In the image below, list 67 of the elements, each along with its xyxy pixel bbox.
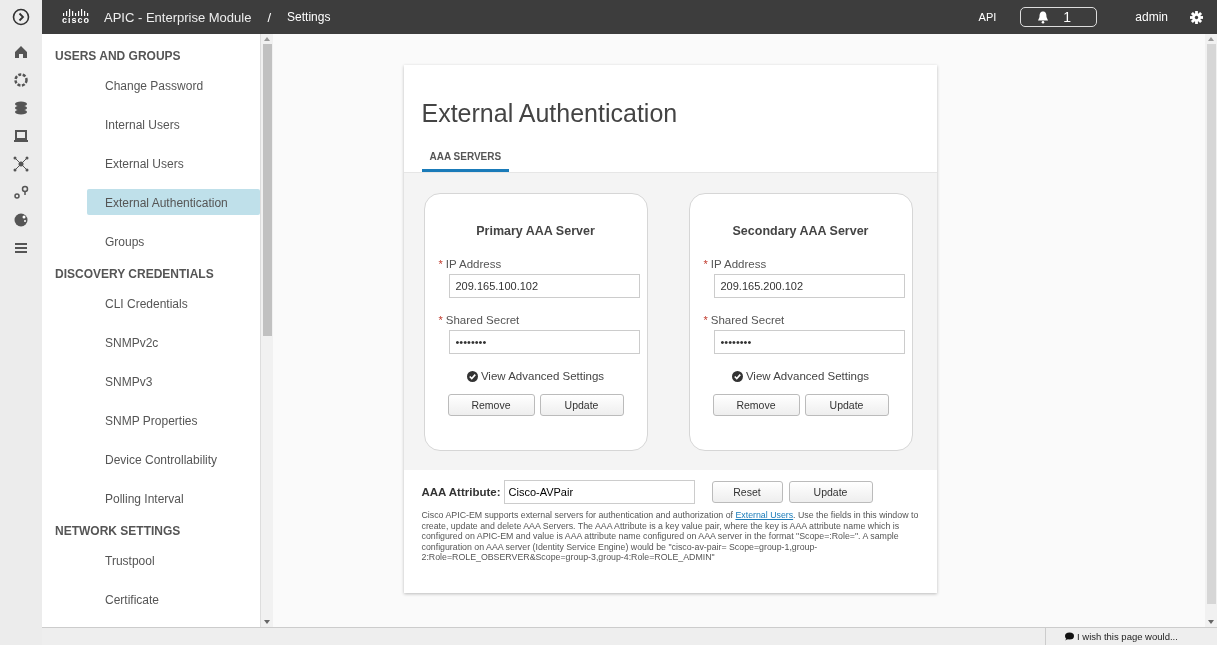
ring-icon[interactable] bbox=[13, 72, 29, 88]
sidebar-item[interactable]: External Authentication bbox=[87, 189, 260, 215]
field-label: IP Address bbox=[445, 258, 502, 270]
ip-address-field[interactable]: 209.165.100.102 bbox=[448, 274, 640, 298]
expand-icon[interactable] bbox=[12, 8, 30, 26]
section-heading: USERS AND GROUPS bbox=[55, 49, 182, 65]
advanced-settings-link[interactable]: View Advanced Settings bbox=[745, 370, 870, 382]
required-mark: * bbox=[703, 314, 708, 326]
sidebar-item[interactable]: SNMPv2c bbox=[87, 329, 260, 355]
menu-icon[interactable] bbox=[13, 240, 29, 256]
scrollbar-thumb[interactable] bbox=[262, 44, 272, 336]
sidebar-item[interactable]: Device Controllability bbox=[87, 446, 260, 472]
check-circle-icon[interactable] bbox=[731, 370, 743, 382]
reset-button[interactable]: Reset bbox=[711, 481, 783, 503]
shared-secret-field[interactable]: •••••••• bbox=[713, 330, 905, 354]
sidebar-item[interactable]: Change Password bbox=[87, 72, 260, 98]
sidebar-item[interactable]: SNMPv3 bbox=[87, 368, 260, 394]
field-label: IP Address bbox=[710, 258, 767, 270]
sidebar-item[interactable]: Certificate bbox=[87, 586, 260, 612]
sidebar-item[interactable]: Trustpool bbox=[87, 547, 260, 573]
notifications-button[interactable]: 1 bbox=[1020, 7, 1098, 27]
user-menu[interactable]: admin bbox=[1135, 10, 1168, 24]
section-heading: DISCOVERY CREDENTIALS bbox=[55, 267, 215, 283]
app-title: APIC - Enterprise Module bbox=[104, 9, 252, 25]
server-title: Secondary AAA Server bbox=[731, 224, 870, 240]
home-icon[interactable] bbox=[13, 44, 29, 60]
speech-bubble-icon bbox=[1064, 632, 1074, 641]
update-button[interactable]: Update bbox=[539, 394, 624, 416]
logo-text: cisco bbox=[62, 16, 90, 25]
palette-icon[interactable] bbox=[13, 212, 29, 228]
advanced-settings-link[interactable]: View Advanced Settings bbox=[480, 370, 605, 382]
logo-bars-icon bbox=[63, 9, 89, 16]
api-link[interactable]: API bbox=[978, 11, 997, 23]
sidebar-item[interactable]: CLI Credentials bbox=[87, 290, 260, 316]
settings-icon[interactable] bbox=[1190, 10, 1203, 24]
breadcrumb-separator: / bbox=[267, 9, 272, 25]
shared-secret-field[interactable]: •••••••• bbox=[448, 330, 640, 354]
required-mark: * bbox=[438, 314, 443, 326]
section-heading: NETWORK SETTINGS bbox=[55, 524, 182, 540]
server-title: Primary AAA Server bbox=[475, 224, 596, 240]
sidebar-item[interactable]: Internal Users bbox=[87, 111, 260, 137]
ip-address-field[interactable]: 209.165.200.102 bbox=[713, 274, 905, 298]
update-button[interactable]: Update bbox=[788, 481, 873, 503]
sidebar-item[interactable]: SNMP Properties bbox=[87, 407, 260, 433]
network-icon[interactable] bbox=[13, 156, 29, 172]
field-label: Shared Secret bbox=[710, 314, 785, 326]
sidebar-item[interactable]: Polling Interval bbox=[87, 485, 260, 511]
required-mark: * bbox=[703, 258, 708, 270]
feedback-button[interactable]: I wish this page would... bbox=[1045, 628, 1217, 645]
remove-button[interactable]: Remove bbox=[712, 394, 800, 416]
sidebar-item[interactable]: External Users bbox=[87, 150, 260, 176]
map-pin-icon[interactable] bbox=[13, 184, 29, 200]
field-label: Shared Secret bbox=[445, 314, 520, 326]
scrollbar-thumb[interactable] bbox=[1206, 44, 1216, 604]
update-button[interactable]: Update bbox=[804, 394, 889, 416]
remove-button[interactable]: Remove bbox=[447, 394, 535, 416]
check-circle-icon[interactable] bbox=[466, 370, 478, 382]
sidebar-item[interactable]: Groups bbox=[87, 228, 260, 254]
breadcrumb-page: Settings bbox=[287, 10, 331, 24]
required-mark: * bbox=[438, 258, 443, 270]
attribute-label: AAA Attribute: bbox=[421, 486, 501, 498]
attribute-field[interactable]: Cisco-AVPair bbox=[503, 480, 695, 504]
help-text: Cisco APIC-EM supports external servers for authentication and authorization of External Users. Use the fields in this window to create, update and delete AAA Servers. The AAA Attribute is a key value pair, where the key is AAA attribute name which is configured on APIC-EM and value is AAA attribute name configured on AAA server in the format "Scope=:Role=". A sample configuration on AAA server (Identity Service Engine) would be "cisco-av-pair= Scope=group-1,group-2:Role=ROLE_OBSERVER&Scope=group-3,group-4:Role=ROLE_ADMIN" bbox=[421, 510, 919, 563]
bell-icon bbox=[1037, 10, 1050, 24]
panel-title: External Authentication bbox=[421, 99, 679, 129]
database-icon[interactable] bbox=[13, 100, 29, 116]
laptop-icon[interactable] bbox=[13, 128, 29, 144]
